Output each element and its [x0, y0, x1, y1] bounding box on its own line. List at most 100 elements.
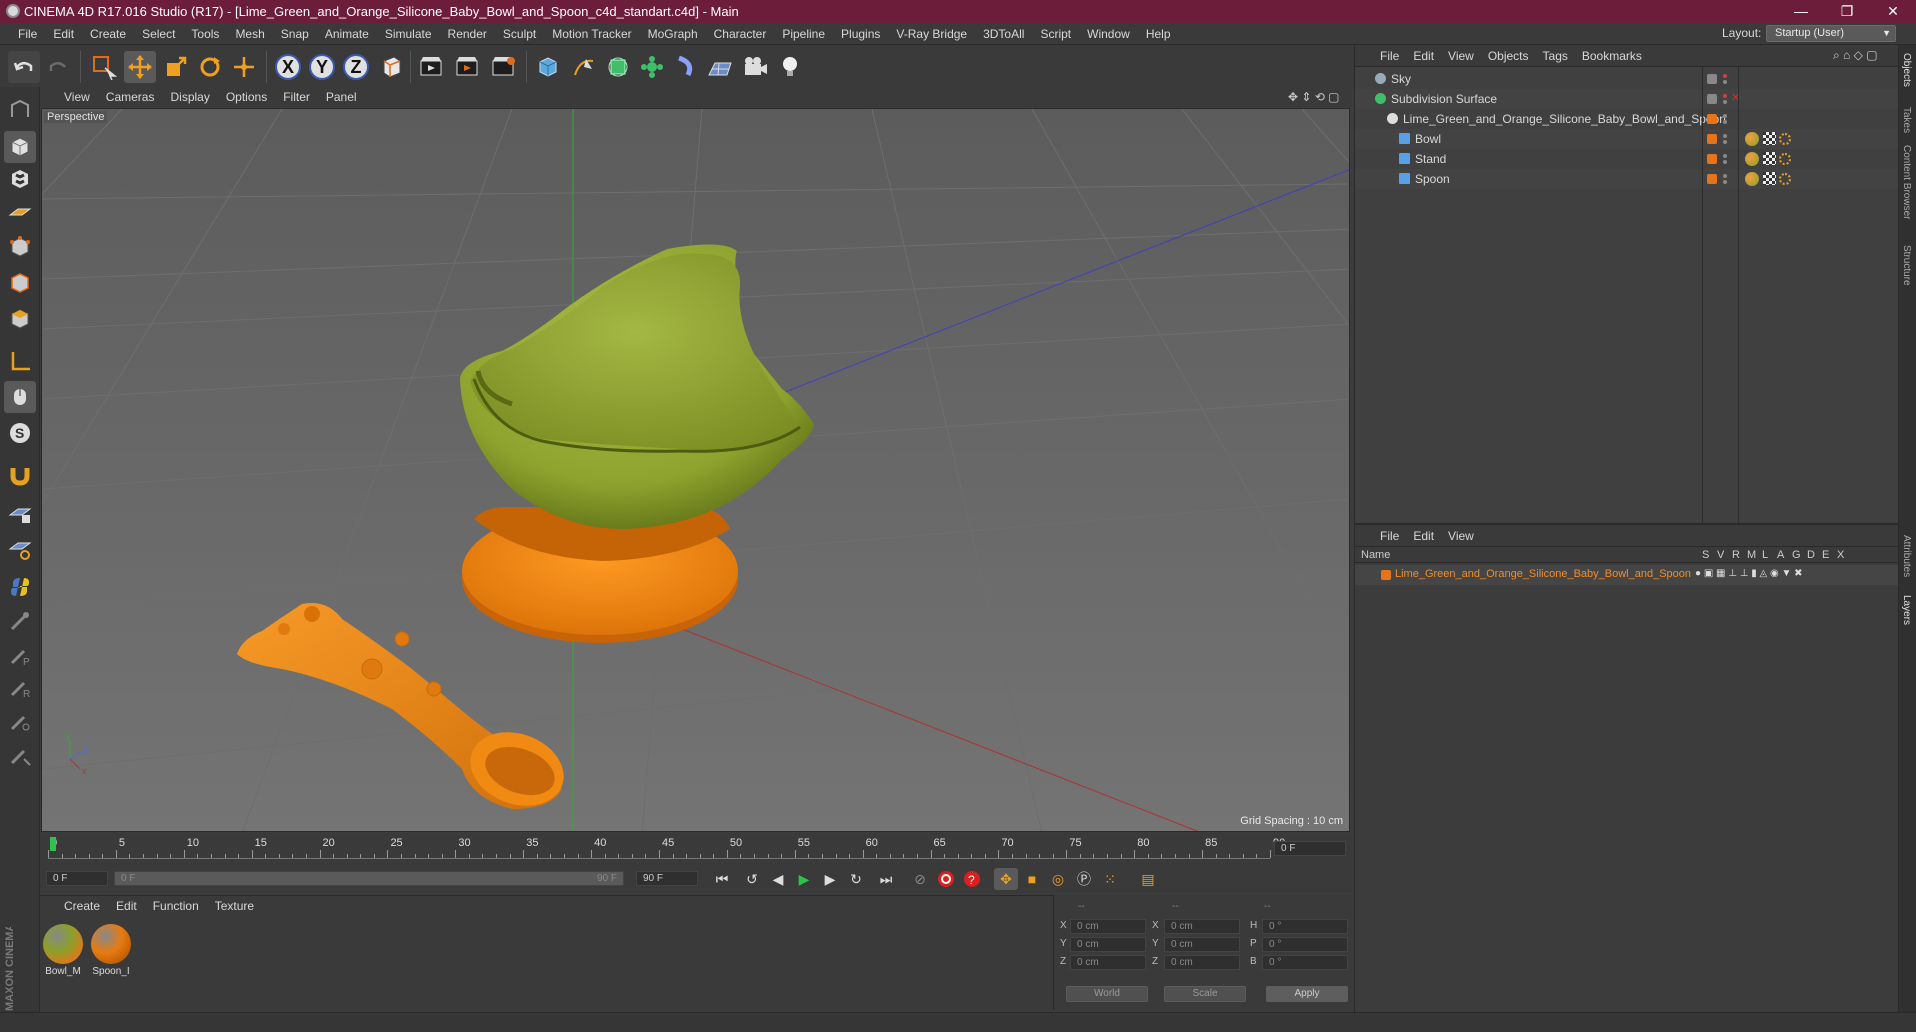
deformer-icon[interactable] [670, 51, 702, 83]
layer-column-v[interactable]: V [1717, 549, 1724, 561]
coord-size-field[interactable]: 0 cm [1164, 919, 1240, 934]
menu-tools[interactable]: Tools [183, 27, 227, 41]
uvw-tag-icon[interactable] [1779, 153, 1791, 165]
viewport-menu-filter[interactable]: Filter [275, 90, 318, 104]
layer-column-d[interactable]: D [1807, 549, 1815, 561]
menu-simulate[interactable]: Simulate [377, 27, 440, 41]
object-menu-view[interactable]: View [1441, 49, 1481, 63]
layer-toggle-icons[interactable]: ● ▣ ▦ ⊥ ⊥ ▮ ◬ ◉ ▼ ✖ [1695, 568, 1803, 579]
coord-pos-field[interactable]: 0 cm [1070, 955, 1146, 970]
object-row-spoon[interactable]: Spoon [1355, 169, 1899, 189]
layout-dropdown[interactable]: Startup (User) ▼ [1766, 25, 1896, 42]
layer-column-m[interactable]: M [1747, 549, 1756, 561]
world-dropdown[interactable]: World [1066, 986, 1148, 1002]
perspective-viewport[interactable]: y z x Perspective Grid Spacing : 10 cm [41, 108, 1350, 832]
move-tool-icon[interactable] [124, 51, 156, 83]
key-scale-icon[interactable]: ■ [1020, 868, 1044, 890]
render-to-picture-viewer-icon[interactable] [452, 51, 484, 83]
render-visibility-dot[interactable] [1723, 120, 1727, 124]
subdivision-generator-icon[interactable] [602, 51, 634, 83]
layer-column-r[interactable]: R [1732, 549, 1740, 561]
magnet-icon[interactable] [4, 459, 36, 491]
sculpt-relax-icon[interactable]: R [4, 671, 36, 703]
timeline-ruler[interactable]: 051015202530354045505560657075808590 0 F [40, 833, 1352, 863]
object-row-bowl[interactable]: Bowl [1355, 129, 1899, 149]
object-menu-tags[interactable]: Tags [1536, 49, 1575, 63]
floor-scene-icon[interactable] [704, 51, 736, 83]
workplane-mode-icon[interactable] [4, 195, 36, 227]
sculpt-pull-icon[interactable]: P [4, 639, 36, 671]
menu-plugins[interactable]: Plugins [833, 27, 888, 41]
layer-menu-file[interactable]: File [1373, 529, 1406, 543]
pen-spline-icon[interactable] [568, 51, 600, 83]
render-visibility-dot[interactable] [1723, 100, 1727, 104]
viewport-menu-options[interactable]: Options [218, 90, 275, 104]
x-axis-lock-button[interactable]: X [272, 51, 304, 83]
menu-animate[interactable]: Animate [317, 27, 377, 41]
layer-row[interactable]: Lime_Green_and_Orange_Silicone_Baby_Bowl… [1355, 565, 1899, 585]
object-menu-file[interactable]: File [1373, 49, 1406, 63]
menu-script[interactable]: Script [1032, 27, 1079, 41]
viewport-menu-cameras[interactable]: Cameras [98, 90, 163, 104]
render-settings-icon[interactable] [488, 51, 520, 83]
material-menu-texture[interactable]: Texture [207, 899, 262, 913]
apply-button[interactable]: Apply [1266, 986, 1348, 1002]
render-visibility-dot[interactable] [1723, 180, 1727, 184]
uvw-tag-icon[interactable] [1779, 133, 1791, 145]
python-icon[interactable] [4, 571, 36, 603]
object-manager-nav-icons[interactable]: ⌕ ⌂ ◇ ▢ [1833, 48, 1878, 63]
cube-primitive-icon[interactable] [532, 51, 564, 83]
object-row-subdivision-surface[interactable]: Subdivision Surface ✕ [1355, 89, 1899, 109]
render-visibility-dot[interactable] [1723, 160, 1727, 164]
menu-render[interactable]: Render [440, 27, 495, 41]
material-spoon[interactable]: Spoon_I [90, 922, 132, 978]
layer-column-a[interactable]: A [1777, 549, 1784, 561]
light-icon[interactable] [774, 51, 806, 83]
end-frame-field[interactable]: 90 F [636, 871, 698, 886]
menu-v-ray-bridge[interactable]: V-Ray Bridge [888, 27, 975, 41]
tab-structure[interactable]: Structure [1901, 245, 1912, 286]
layer-column-x[interactable]: X [1837, 549, 1844, 561]
material-menu-function[interactable]: Function [145, 899, 207, 913]
keyframe-selection-icon[interactable]: ? [960, 868, 984, 890]
workplane-lock-icon[interactable] [4, 497, 36, 529]
menu-mograph[interactable]: MoGraph [640, 27, 706, 41]
points-mode-icon[interactable] [4, 231, 36, 263]
editor-visibility-dot[interactable] [1723, 114, 1727, 118]
timeline-window-icon[interactable]: ▤ [1136, 868, 1160, 890]
sculpt-smooth-icon[interactable] [4, 705, 36, 737]
sculpt-grab-icon[interactable] [4, 739, 36, 771]
coord-rot-field[interactable]: 0 ° [1262, 955, 1348, 970]
visibility-toggle-icon[interactable] [1707, 94, 1717, 104]
menu-snap[interactable]: Snap [273, 27, 317, 41]
go-to-end-icon[interactable]: ⏭ [874, 868, 898, 890]
menu-create[interactable]: Create [82, 27, 134, 41]
texture-mode-icon[interactable] [4, 163, 36, 195]
key-parameter-icon[interactable]: Ⓟ [1072, 868, 1096, 890]
viewport-label[interactable]: Perspective [44, 111, 108, 123]
live-selection-icon[interactable] [88, 51, 120, 83]
playhead-marker[interactable] [50, 837, 56, 851]
scale-tool-icon[interactable] [160, 51, 192, 83]
texture-tag-icon[interactable] [1763, 152, 1776, 165]
editor-visibility-dot[interactable] [1723, 174, 1727, 178]
key-pla-icon[interactable]: ⁙ [1098, 868, 1122, 890]
next-frame-icon[interactable]: ▶ [818, 868, 842, 890]
axis-tool-icon[interactable] [4, 345, 36, 377]
current-frame-field[interactable]: 0 F [1274, 841, 1346, 856]
layer-swatch-icon[interactable] [1707, 114, 1717, 124]
menu-mesh[interactable]: Mesh [227, 27, 272, 41]
redo-icon[interactable] [42, 51, 74, 83]
viewport-menu-view[interactable]: View [56, 90, 98, 104]
model-mode-icon[interactable] [4, 131, 36, 163]
material-tag-icon[interactable] [1745, 152, 1759, 166]
layer-swatch-icon[interactable] [1707, 154, 1717, 164]
material-tag-icon[interactable] [1745, 132, 1759, 146]
z-axis-lock-button[interactable]: Z [340, 51, 372, 83]
tab-objects[interactable]: Objects [1901, 53, 1912, 87]
object-menu-bookmarks[interactable]: Bookmarks [1575, 49, 1649, 63]
snap-icon[interactable]: S [4, 417, 36, 449]
menu-help[interactable]: Help [1138, 27, 1179, 41]
menu-sculpt[interactable]: Sculpt [495, 27, 544, 41]
restore-button[interactable]: ❐ [1824, 0, 1870, 23]
